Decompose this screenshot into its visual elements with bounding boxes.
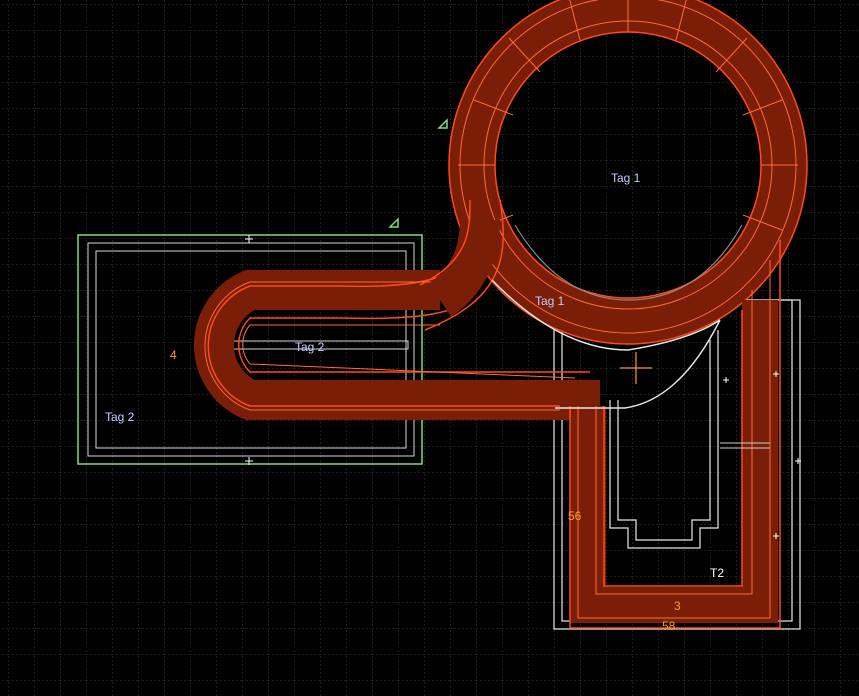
tag-label: Tag 2 xyxy=(295,340,325,354)
tag-label: Tag 1 xyxy=(535,294,565,308)
segment-number: 3 xyxy=(674,599,681,613)
editor-viewport[interactable] xyxy=(0,0,859,696)
track-editor-canvas[interactable]: Tag 1 Tag 1 Tag 2 Tag 2 T2 4 56 3 58 xyxy=(0,0,859,696)
tag-label: Tag 1 xyxy=(611,171,641,185)
segment-number: 56 xyxy=(568,509,582,523)
segment-number: 4 xyxy=(170,348,177,362)
tag-label: Tag 2 xyxy=(105,410,135,424)
segment-number: 58 xyxy=(662,619,676,633)
track-section-label: T2 xyxy=(710,566,725,580)
